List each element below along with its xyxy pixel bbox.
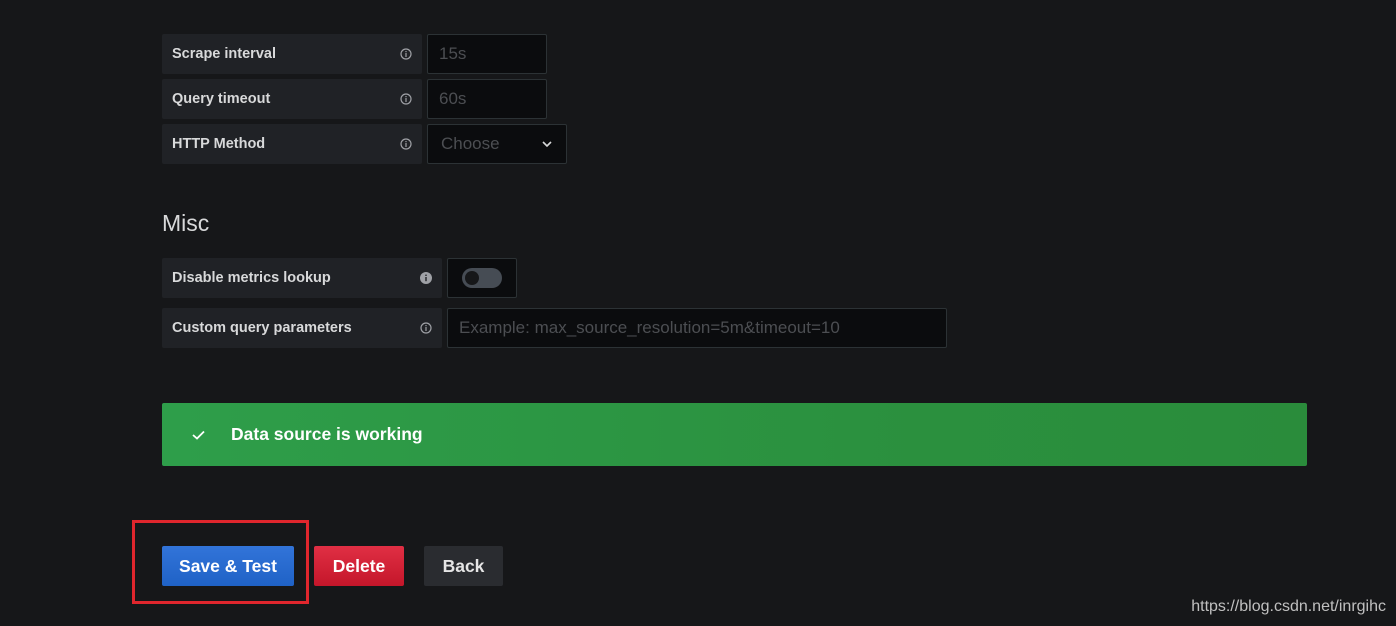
disable-metrics-lookup-label-box: Disable metrics lookup <box>162 258 442 298</box>
http-method-label-box: HTTP Method <box>162 124 422 164</box>
scrape-interval-row: Scrape interval 15s <box>162 34 547 74</box>
custom-query-parameters-label: Custom query parameters <box>172 320 352 336</box>
scrape-interval-label: Scrape interval <box>172 46 276 62</box>
http-method-select[interactable]: Choose <box>427 124 567 164</box>
disable-metrics-lookup-label: Disable metrics lookup <box>172 270 331 286</box>
query-timeout-input[interactable]: 60s <box>427 79 547 119</box>
delete-button[interactable]: Delete <box>314 546 404 586</box>
toggle-knob <box>465 271 479 285</box>
custom-query-parameters-input[interactable]: Example: max_source_resolution=5m&timeou… <box>447 308 947 348</box>
scrape-interval-label-box: Scrape interval <box>162 34 422 74</box>
http-method-row: HTTP Method Choose <box>162 124 567 164</box>
query-timeout-label-box: Query timeout <box>162 79 422 119</box>
info-circle-solid-icon[interactable] <box>420 272 432 284</box>
disable-metrics-lookup-row: Disable metrics lookup <box>162 258 517 298</box>
check-icon <box>192 430 206 440</box>
watermark-text: https://blog.csdn.net/inrgihc <box>1191 598 1386 615</box>
info-circle-icon[interactable] <box>400 138 412 150</box>
query-timeout-row: Query timeout 60s <box>162 79 547 119</box>
custom-query-parameters-placeholder: Example: max_source_resolution=5m&timeou… <box>459 318 840 337</box>
query-timeout-label: Query timeout <box>172 91 271 107</box>
success-alert: Data source is working <box>162 403 1307 466</box>
alert-message: Data source is working <box>231 424 423 444</box>
chevron-down-icon <box>542 141 552 147</box>
custom-query-parameters-label-box: Custom query parameters <box>162 308 442 348</box>
misc-section-title: Misc <box>162 210 210 236</box>
custom-query-parameters-row: Custom query parameters Example: max_sou… <box>162 308 947 348</box>
info-circle-icon[interactable] <box>420 322 432 334</box>
info-circle-icon[interactable] <box>400 48 412 60</box>
scrape-interval-input[interactable]: 15s <box>427 34 547 74</box>
http-method-selected: Choose <box>441 134 500 153</box>
disable-metrics-lookup-toggle[interactable] <box>447 258 517 298</box>
info-circle-icon[interactable] <box>400 93 412 105</box>
back-button[interactable]: Back <box>424 546 503 586</box>
query-timeout-placeholder: 60s <box>439 89 467 108</box>
scrape-interval-placeholder: 15s <box>439 44 467 63</box>
toggle-track <box>462 268 502 288</box>
highlight-box <box>132 520 309 604</box>
http-method-label: HTTP Method <box>172 136 266 152</box>
